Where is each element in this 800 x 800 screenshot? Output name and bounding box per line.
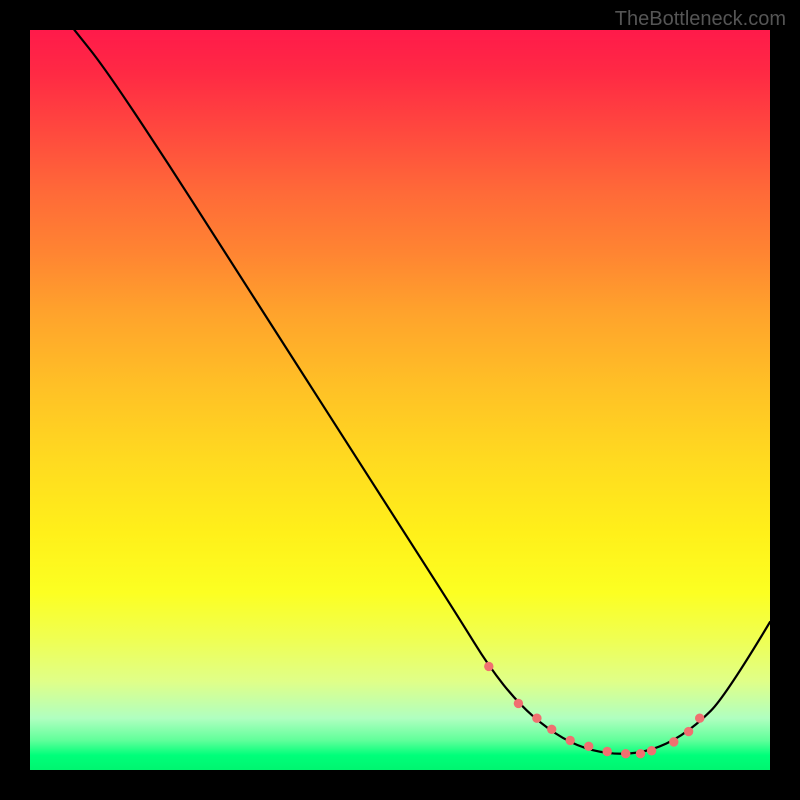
marker-dot: [669, 737, 678, 746]
marker-dot: [532, 714, 541, 723]
marker-dot: [684, 727, 693, 736]
marker-dot: [647, 746, 656, 755]
marker-dot: [695, 714, 704, 723]
marker-dot: [603, 747, 612, 756]
marker-dot: [584, 742, 593, 751]
marker-dot: [514, 699, 523, 708]
marker-dot: [484, 662, 493, 671]
marker-dot: [621, 749, 630, 758]
marker-dot: [636, 749, 645, 758]
marker-dot: [566, 736, 575, 745]
highlight-markers: [484, 662, 704, 759]
chart-svg: [30, 30, 770, 770]
bottleneck-curve: [74, 30, 770, 754]
marker-dot: [547, 725, 556, 734]
watermark-text: TheBottleneck.com: [615, 8, 786, 31]
chart-plot-area: [30, 30, 770, 770]
